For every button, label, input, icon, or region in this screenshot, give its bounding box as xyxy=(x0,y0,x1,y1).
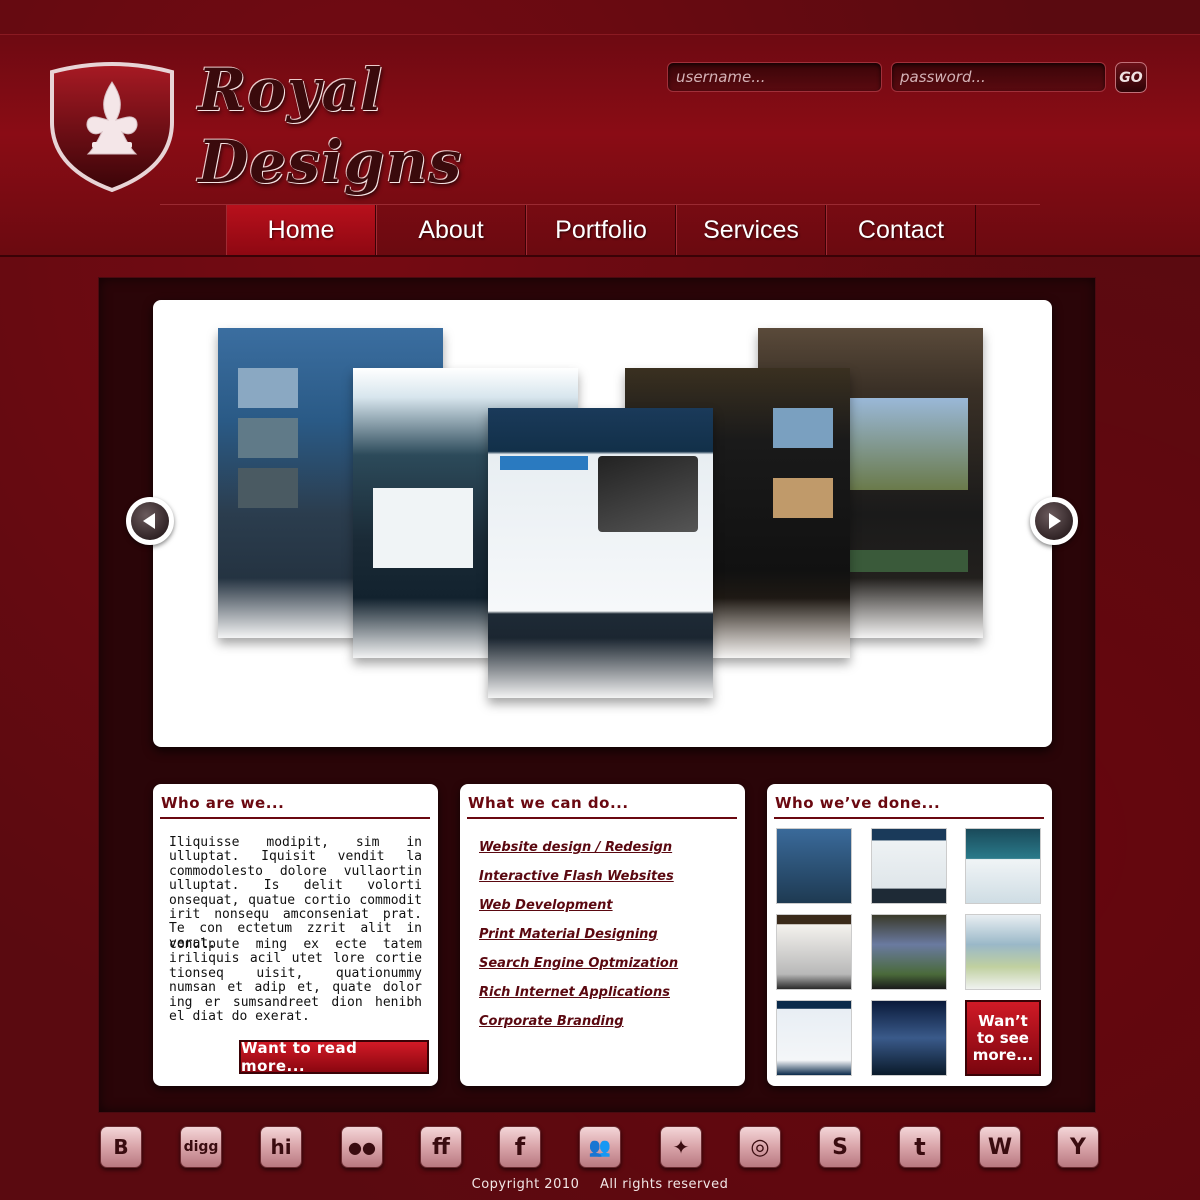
shot-thumb xyxy=(850,398,968,490)
service-link[interactable]: Print Material Designing xyxy=(479,927,658,942)
shot-thumb xyxy=(238,368,298,408)
slider-shot-graphstock[interactable] xyxy=(488,408,713,698)
icon-glyph: ◎ xyxy=(750,1134,770,1160)
portfolio-thumb[interactable] xyxy=(776,914,852,990)
who-weve-done-title: Who we’ve done... xyxy=(775,794,941,812)
service-link[interactable]: Search Engine Optmization xyxy=(479,956,678,971)
slider-next-button[interactable] xyxy=(1030,497,1078,545)
twitter-icon[interactable]: t xyxy=(899,1126,941,1168)
password-input[interactable] xyxy=(891,62,1106,92)
footer: Copyright 2010 All rights reserved xyxy=(0,1177,1200,1192)
icon-glyph: digg xyxy=(183,1139,219,1155)
list-item: Rich Internet Applications xyxy=(479,981,678,1010)
arrow-right-icon xyxy=(1049,513,1061,529)
shot-heading xyxy=(500,456,588,470)
username-wrapper xyxy=(667,62,882,92)
list-item: Interactive Flash Websites xyxy=(479,865,678,894)
intro-paragraph-1: Iliquisse modipit, sim in ulluptat. Iqui… xyxy=(169,835,422,951)
service-link[interactable]: Web Development xyxy=(479,898,613,913)
list-item: Search Engine Optmization xyxy=(479,952,678,981)
what-we-can-do-box: What we can do... Website design / Redes… xyxy=(460,784,745,1086)
portfolio-thumb[interactable] xyxy=(776,828,852,904)
list-item: Web Development xyxy=(479,894,678,923)
digg-icon[interactable]: digg xyxy=(180,1126,222,1168)
box-divider xyxy=(774,817,1044,819)
read-more-button[interactable]: Want to read more... xyxy=(239,1039,429,1075)
hi5-icon[interactable]: hi xyxy=(260,1126,302,1168)
yahoo-icon[interactable]: Y xyxy=(1057,1126,1099,1168)
nav-bottom-rule xyxy=(0,255,1200,257)
icon-glyph: B xyxy=(113,1135,129,1159)
rss-icon[interactable]: ◎ xyxy=(739,1126,781,1168)
myspace-icon[interactable]: 👥 xyxy=(579,1126,621,1168)
icon-glyph: f xyxy=(514,1133,526,1161)
arrow-left-icon xyxy=(143,513,155,529)
nav-portfolio[interactable]: Portfolio xyxy=(526,205,676,255)
who-are-we-title: Who are we... xyxy=(161,794,285,812)
nav-about[interactable]: About xyxy=(376,205,526,255)
who-weve-done-box: Who we’ve done... Wan’t to see more... xyxy=(767,784,1052,1086)
shot-thumb xyxy=(238,418,298,458)
rights-text: All rights reserved xyxy=(600,1177,729,1192)
services-list: Website design / Redesign Interactive Fl… xyxy=(479,836,678,1039)
stumbleupon-icon[interactable]: S xyxy=(819,1126,861,1168)
service-link[interactable]: Rich Internet Applications xyxy=(479,985,670,1000)
deviantart-icon[interactable]: ✦ xyxy=(660,1126,702,1168)
see-more-button[interactable]: Wan’t to see more... xyxy=(965,1000,1041,1076)
icon-glyph: 👥 xyxy=(588,1136,612,1158)
icon-glyph: ✦ xyxy=(672,1135,690,1159)
portfolio-thumb[interactable] xyxy=(871,914,947,990)
service-link[interactable]: Website design / Redesign xyxy=(479,840,672,855)
shot-thumb xyxy=(238,468,298,508)
portfolio-slider xyxy=(153,300,1052,747)
nav-contact[interactable]: Contact xyxy=(826,205,976,255)
wordpress-icon[interactable]: W xyxy=(979,1126,1021,1168)
box-divider xyxy=(467,817,737,819)
service-link[interactable]: Interactive Flash Websites xyxy=(479,869,674,884)
portfolio-thumb[interactable] xyxy=(871,1000,947,1076)
portfolio-thumb[interactable] xyxy=(965,914,1041,990)
page: Royal Designs GO Home About Portfolio Se… xyxy=(0,0,1200,1200)
fleur-de-lis-shield-logo xyxy=(50,62,174,192)
portfolio-thumb[interactable] xyxy=(871,828,947,904)
icon-glyph: Y xyxy=(1070,1134,1086,1160)
slider-prev-button[interactable] xyxy=(126,497,174,545)
main-nav: Home About Portfolio Services Contact xyxy=(226,205,976,255)
service-link[interactable]: Corporate Branding xyxy=(479,1014,624,1029)
login-go-button[interactable]: GO xyxy=(1115,62,1147,93)
box-divider xyxy=(160,817,430,819)
shot-content xyxy=(373,488,473,568)
list-item: Website design / Redesign xyxy=(479,836,678,865)
shot-laptop xyxy=(598,456,698,532)
icon-glyph: ff xyxy=(432,1134,450,1160)
portfolio-thumb[interactable] xyxy=(776,1000,852,1076)
flickr-icon[interactable]: ●● xyxy=(341,1126,383,1168)
icon-glyph: t xyxy=(914,1133,926,1161)
list-item: Corporate Branding xyxy=(479,1010,678,1039)
icon-glyph: ●● xyxy=(348,1137,376,1157)
nav-home[interactable]: Home xyxy=(226,205,376,255)
username-input[interactable] xyxy=(667,62,882,92)
portfolio-thumb[interactable] xyxy=(965,828,1041,904)
icon-glyph: S xyxy=(832,1134,848,1160)
nav-services[interactable]: Services xyxy=(676,205,826,255)
facebook-icon[interactable]: f xyxy=(499,1126,541,1168)
friendfeed-icon[interactable]: ff xyxy=(420,1126,462,1168)
list-item: Print Material Designing xyxy=(479,923,678,952)
icon-glyph: W xyxy=(987,1134,1013,1160)
icon-glyph: hi xyxy=(270,1135,292,1159)
copyright-text: Copyright 2010 xyxy=(471,1177,580,1192)
what-we-can-do-title: What we can do... xyxy=(468,794,629,812)
intro-paragraph-2: conulpute ming ex ecte tatem iriliquis a… xyxy=(169,937,422,1025)
who-are-we-box: Who are we... Iliquisse modipit, sim in … xyxy=(153,784,438,1086)
brand-name-line2: Designs xyxy=(198,128,463,196)
shot-thumb xyxy=(773,478,833,518)
password-wrapper xyxy=(891,62,1106,92)
blogger-icon[interactable]: B xyxy=(100,1126,142,1168)
shot-thumb xyxy=(773,408,833,448)
header-top-rule xyxy=(0,34,1200,35)
shot-icons xyxy=(850,550,968,572)
brand-name-line1: Royal xyxy=(198,56,384,124)
